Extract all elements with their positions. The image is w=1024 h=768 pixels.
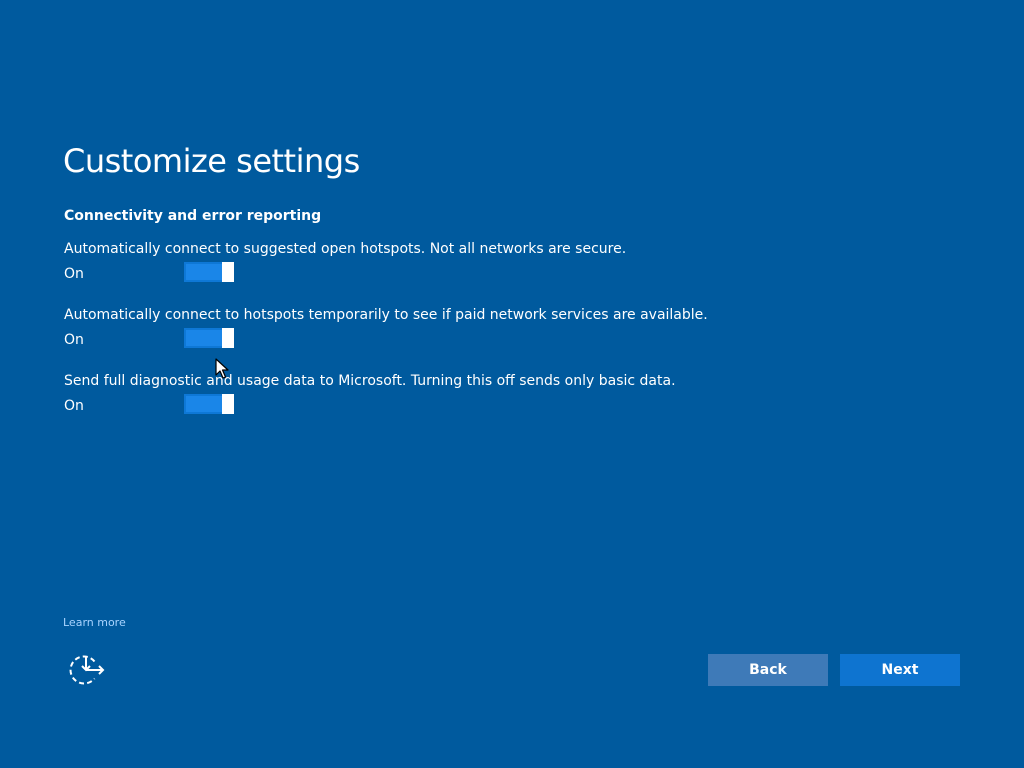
- toggle-state-label: On: [64, 266, 84, 282]
- section-heading: Connectivity and error reporting: [64, 208, 322, 224]
- setting-description: Automatically connect to hotspots tempor…: [64, 307, 708, 323]
- ease-of-access-icon[interactable]: [68, 652, 106, 688]
- open-hotspots-toggle[interactable]: [184, 262, 234, 282]
- setting-open-hotspots: Automatically connect to suggested open …: [64, 240, 764, 296]
- setting-paid-hotspots: Automatically connect to hotspots tempor…: [64, 306, 764, 362]
- toggle-knob: [222, 394, 234, 414]
- back-button[interactable]: Back: [708, 654, 828, 686]
- setting-description: Automatically connect to suggested open …: [64, 241, 627, 257]
- toggle-state-label: On: [64, 398, 84, 414]
- next-button[interactable]: Next: [840, 654, 960, 686]
- toggle-knob: [222, 262, 234, 282]
- paid-hotspots-toggle[interactable]: [184, 328, 234, 348]
- setting-description: Send full diagnostic and usage data to M…: [64, 373, 676, 389]
- mouse-pointer-icon: [215, 358, 229, 380]
- toggle-state-label: On: [64, 332, 84, 348]
- toggle-knob: [222, 328, 234, 348]
- page-title: Customize settings: [63, 142, 360, 180]
- learn-more-link[interactable]: Learn more: [63, 616, 126, 630]
- diagnostic-data-toggle[interactable]: [184, 394, 234, 414]
- setting-diagnostic-data: Send full diagnostic and usage data to M…: [64, 372, 764, 428]
